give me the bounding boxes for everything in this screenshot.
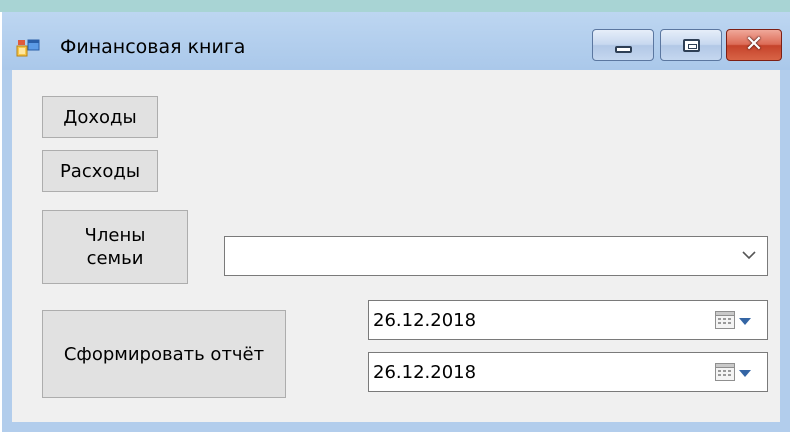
family-member-combobox[interactable] [224, 236, 768, 276]
calendar-icon[interactable] [715, 363, 735, 381]
date-to-value: 26.12.2018 [373, 361, 477, 383]
maximize-icon [683, 39, 700, 52]
expenses-button[interactable]: Расходы [42, 150, 158, 192]
income-button[interactable]: Доходы [42, 96, 158, 138]
title-bar[interactable]: Финансовая книга ✕ [2, 12, 790, 70]
income-button-label: Доходы [63, 106, 137, 128]
minimize-button[interactable] [592, 29, 654, 61]
calendar-icon[interactable] [715, 311, 735, 329]
date-to-picker[interactable]: 26.12.2018 [368, 352, 768, 392]
close-button[interactable]: ✕ [726, 29, 782, 61]
maximize-button[interactable] [660, 29, 722, 61]
chevron-down-icon[interactable] [741, 247, 757, 263]
chevron-down-icon[interactable] [739, 370, 751, 377]
app-window: Финансовая книга ✕ Доходы Расходы Члены … [2, 12, 790, 432]
family-button-label-line2: семьи [86, 248, 144, 269]
generate-report-button[interactable]: Сформировать отчёт [42, 310, 286, 398]
expenses-button-label: Расходы [59, 160, 141, 182]
family-members-button[interactable]: Члены семьи [42, 210, 188, 284]
date-from-value: 26.12.2018 [373, 309, 477, 331]
report-button-label: Сформировать отчёт [63, 343, 265, 365]
minimize-icon [615, 46, 632, 53]
form-client-area: Доходы Расходы Члены семьи Сформировать … [12, 70, 780, 422]
date-from-picker[interactable]: 26.12.2018 [368, 300, 768, 340]
desktop-strip [0, 0, 790, 12]
close-icon: ✕ [744, 32, 764, 57]
family-button-label-line1: Члены [84, 225, 146, 246]
app-form-icon [16, 39, 40, 57]
window-title: Финансовая книга [60, 36, 246, 58]
chevron-down-icon[interactable] [739, 318, 751, 325]
